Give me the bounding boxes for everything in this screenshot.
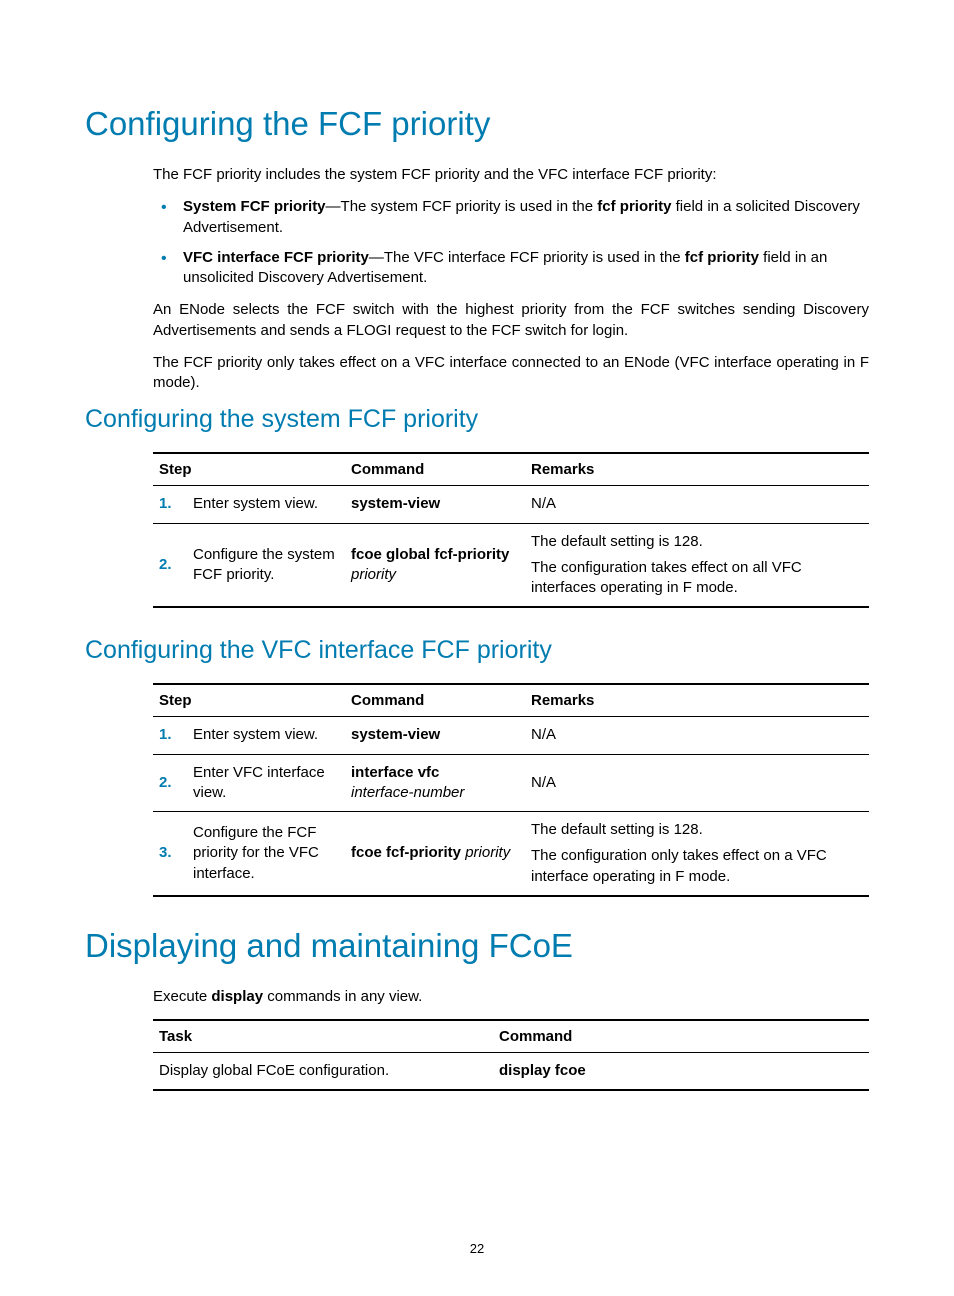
col-header-command: Command xyxy=(345,453,525,486)
step-number: 2. xyxy=(159,774,176,791)
intro-paragraph: The FCF priority includes the system FCF… xyxy=(153,165,869,185)
heading-configuring-fcf-priority: Configuring the FCF priority xyxy=(85,105,869,143)
remark-text: The default setting is 128. xyxy=(531,820,863,840)
table-row: Display global FCoE configuration. displ… xyxy=(153,1053,869,1091)
command-cell: fcoe global fcf-priority priority xyxy=(345,523,525,607)
display-intro-post: commands in any view. xyxy=(263,988,422,1005)
col-header-command: Command xyxy=(493,1020,869,1053)
remark-text: N/A xyxy=(531,494,863,514)
command-bold: fcoe fcf-priority xyxy=(351,844,461,861)
bullet-bold-term: fcf priority xyxy=(685,249,759,266)
bullet-lead: VFC interface FCF priority xyxy=(183,249,369,266)
display-intro: Execute display commands in any view. xyxy=(153,987,869,1007)
remark-text: The default setting is 128. xyxy=(531,532,863,552)
command-bold: display fcoe xyxy=(499,1062,586,1079)
command-bold: fcoe global fcf-priority xyxy=(351,546,509,563)
remark-text: The configuration takes effect on all VF… xyxy=(531,558,863,599)
command-cell: system-view xyxy=(345,717,525,754)
display-intro-bold: display xyxy=(211,988,263,1005)
command-cell: system-view xyxy=(345,486,525,523)
remarks-cell: N/A xyxy=(525,754,869,812)
command-cell: fcoe fcf-priority priority xyxy=(345,812,525,896)
heading-system-fcf-priority: Configuring the system FCF priority xyxy=(85,405,869,434)
table-row: 1. Enter system view. system-view N/A xyxy=(153,717,869,754)
bullet-lead: System FCF priority xyxy=(183,198,326,215)
step-description: Configure the system FCF priority. xyxy=(187,523,345,607)
command-bold: system-view xyxy=(351,726,440,743)
step-description: Enter system view. xyxy=(187,486,345,523)
table-row: 2. Configure the system FCF priority. fc… xyxy=(153,523,869,607)
list-item: VFC interface FCF priority—The VFC inter… xyxy=(153,248,869,289)
col-header-step: Step xyxy=(153,684,345,717)
table-row: 1. Enter system view. system-view N/A xyxy=(153,486,869,523)
command-bold: system-view xyxy=(351,495,440,512)
remarks-cell: N/A xyxy=(525,717,869,754)
step-description: Enter system view. xyxy=(187,717,345,754)
heading-displaying-fcoe: Displaying and maintaining FCoE xyxy=(85,927,869,965)
step-description: Enter VFC interface view. xyxy=(187,754,345,812)
bullet-text: —The system FCF priority is used in the xyxy=(326,198,598,215)
remark-text: The configuration only takes effect on a… xyxy=(531,846,863,887)
remarks-cell: N/A xyxy=(525,486,869,523)
vfc-fcf-table: Step Command Remarks 1. Enter system vie… xyxy=(153,683,869,897)
step-number: 1. xyxy=(159,495,176,512)
remark-text: N/A xyxy=(531,725,863,745)
col-header-task: Task xyxy=(153,1020,493,1053)
list-item: System FCF priority—The system FCF prior… xyxy=(153,197,869,238)
page-number: 22 xyxy=(0,1241,954,1256)
table-row: 2. Enter VFC interface view. interface v… xyxy=(153,754,869,812)
command-bold: interface vfc xyxy=(351,764,439,781)
step-number: 1. xyxy=(159,726,176,743)
remark-text: N/A xyxy=(531,773,863,793)
table-row: 3. Configure the FCF priority for the VF… xyxy=(153,812,869,896)
command-italic: priority xyxy=(465,844,510,861)
system-fcf-table: Step Command Remarks 1. Enter system vie… xyxy=(153,452,869,608)
col-header-remarks: Remarks xyxy=(525,684,869,717)
remarks-cell: The default setting is 128. The configur… xyxy=(525,812,869,896)
bullet-text: —The VFC interface FCF priority is used … xyxy=(369,249,685,266)
col-header-remarks: Remarks xyxy=(525,453,869,486)
step-number: 2. xyxy=(159,556,176,573)
task-cell: Display global FCoE configuration. xyxy=(153,1053,493,1091)
step-number: 3. xyxy=(159,844,176,861)
col-header-command: Command xyxy=(345,684,525,717)
effect-paragraph: The FCF priority only takes effect on a … xyxy=(153,353,869,394)
heading-vfc-interface-fcf-priority: Configuring the VFC interface FCF priori… xyxy=(85,636,869,665)
command-italic: interface-number xyxy=(351,784,464,801)
command-italic: priority xyxy=(351,566,396,583)
remarks-cell: The default setting is 128. The configur… xyxy=(525,523,869,607)
display-fcoe-table: Task Command Display global FCoE configu… xyxy=(153,1019,869,1091)
col-header-step: Step xyxy=(153,453,345,486)
step-description: Configure the FCF priority for the VFC i… xyxy=(187,812,345,896)
bullet-bold-term: fcf priority xyxy=(597,198,671,215)
display-intro-pre: Execute xyxy=(153,988,211,1005)
command-cell: interface vfc interface-number xyxy=(345,754,525,812)
enode-paragraph: An ENode selects the FCF switch with the… xyxy=(153,300,869,341)
command-cell: display fcoe xyxy=(493,1053,869,1091)
priority-types-list: System FCF priority—The system FCF prior… xyxy=(153,197,869,288)
